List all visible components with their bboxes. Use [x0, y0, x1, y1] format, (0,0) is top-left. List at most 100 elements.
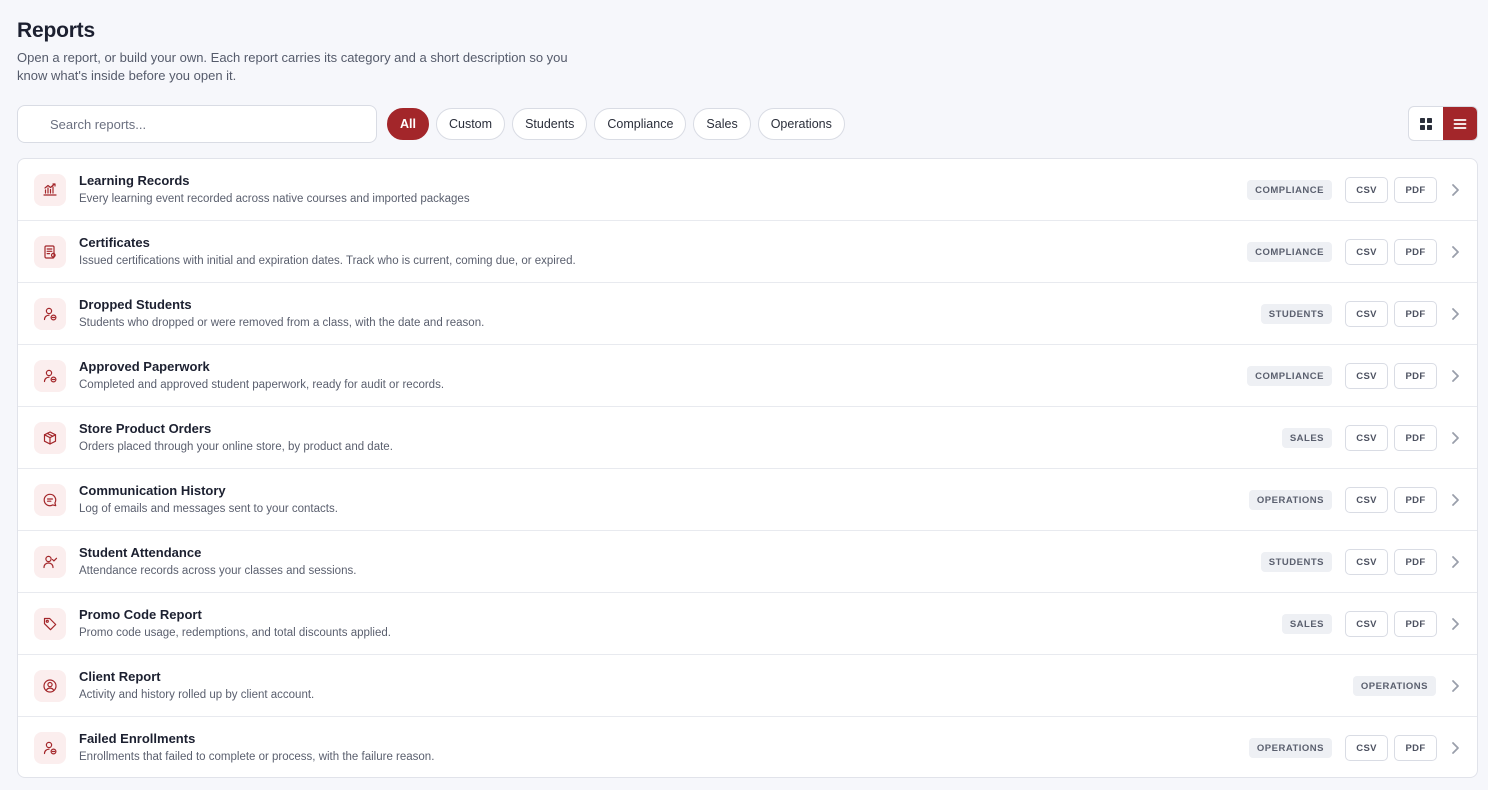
report-icon-badge	[34, 546, 66, 578]
report-title: Dropped Students	[79, 297, 192, 312]
search-input[interactable]	[50, 106, 376, 142]
report-actions: SALES CSV PDF	[1281, 425, 1461, 451]
report-actions: STUDENTS CSV PDF	[1260, 301, 1461, 327]
report-icon-badge	[34, 422, 66, 454]
chevron-right-icon[interactable]	[1449, 244, 1461, 260]
report-title: Failed Enrollments	[79, 731, 196, 746]
chevron-right-icon[interactable]	[1449, 740, 1461, 756]
report-row-communication-history[interactable]: Communication History Log of emails and m…	[18, 469, 1477, 531]
user-circle-icon	[43, 679, 57, 693]
report-icon-badge	[34, 484, 66, 516]
category-badge: SALES	[1281, 428, 1332, 448]
chevron-right-icon[interactable]	[1449, 430, 1461, 446]
grid-icon	[1420, 117, 1432, 130]
export-pdf-button[interactable]: PDF	[1394, 487, 1437, 513]
report-row-certificates[interactable]: Certificates Issued certifications with i…	[18, 221, 1477, 283]
export-pdf-button[interactable]: PDF	[1394, 239, 1437, 265]
chevron-right-icon[interactable]	[1449, 492, 1461, 508]
report-description: Students who dropped or were removed fro…	[79, 317, 485, 329]
grid-view-button[interactable]	[1409, 107, 1443, 140]
report-text: Store Product Orders Orders placed throug…	[79, 421, 393, 454]
report-actions: COMPLIANCE CSV PDF	[1247, 363, 1461, 389]
category-badge: COMPLIANCE	[1247, 242, 1332, 262]
report-title: Student Attendance	[79, 545, 202, 560]
report-description: Orders placed through your online store,…	[79, 441, 393, 453]
export-pdf-button[interactable]: PDF	[1394, 735, 1437, 761]
report-list: Learning Records Every learning event rec…	[17, 158, 1478, 778]
chevron-right-icon[interactable]	[1449, 182, 1461, 198]
report-row-promo-code-report[interactable]: Promo Code Report Promo code usage, redem…	[18, 593, 1477, 655]
page-subtitle: Open a report, or build your own. Each r…	[17, 50, 568, 83]
category-badge: OPERATIONS	[1352, 676, 1436, 696]
filter-chip-sales[interactable]: Sales	[693, 108, 751, 140]
chevron-right-icon[interactable]	[1449, 368, 1461, 384]
filter-chip-students[interactable]: Students	[512, 108, 588, 140]
toolbar: AllCustomStudentsComplianceSalesOperatio…	[17, 105, 1478, 143]
chevron-right-icon[interactable]	[1449, 554, 1461, 570]
report-row-learning-records[interactable]: Learning Records Every learning event rec…	[18, 159, 1477, 221]
category-badge: COMPLIANCE	[1247, 366, 1332, 386]
report-text: Client Report Activity and history rolled…	[79, 669, 314, 702]
category-badge: STUDENTS	[1260, 304, 1332, 324]
export-pdf-button[interactable]: PDF	[1394, 301, 1437, 327]
report-icon-badge	[34, 174, 66, 206]
export-csv-button[interactable]: CSV	[1345, 301, 1388, 327]
report-title: Store Product Orders	[79, 421, 212, 436]
report-row-client-report[interactable]: Client Report Activity and history rolled…	[18, 655, 1477, 717]
export-csv-button[interactable]: CSV	[1345, 735, 1388, 761]
export-csv-button[interactable]: CSV	[1345, 363, 1388, 389]
category-badge: OPERATIONS	[1248, 738, 1332, 758]
report-row-dropped-students[interactable]: Dropped Students Students who dropped or …	[18, 283, 1477, 345]
search-icon	[31, 118, 45, 132]
report-description: Every learning event recorded across nat…	[79, 193, 470, 205]
report-icon-badge	[34, 608, 66, 640]
chart-icon	[43, 183, 57, 196]
report-row-failed-enrollments[interactable]: Failed Enrollments Enrollments that faile…	[18, 717, 1477, 777]
export-pdf-button[interactable]: PDF	[1394, 611, 1437, 637]
report-actions: COMPLIANCE CSV PDF	[1247, 177, 1461, 203]
category-filters: All Custom Students Compliance Sales Operatio…	[387, 108, 845, 140]
report-text: Learning Records Every learning event rec…	[79, 173, 470, 206]
report-title: Certificates	[79, 235, 150, 250]
report-text: Communication History Log of emails and m…	[79, 483, 338, 516]
filter-chip-all[interactable]: All	[387, 108, 429, 140]
report-actions: OPERATIONS	[1352, 673, 1461, 699]
report-text: Promo Code Report Promo code usage, redem…	[79, 607, 391, 640]
export-pdf-button[interactable]: PDF	[1394, 549, 1437, 575]
export-csv-button[interactable]: CSV	[1345, 487, 1388, 513]
report-text: Student Attendance Attendance records acr…	[79, 545, 356, 578]
view-toggle	[1408, 106, 1478, 141]
export-csv-button[interactable]: CSV	[1345, 611, 1388, 637]
export-csv-button[interactable]: CSV	[1345, 239, 1388, 265]
chevron-right-icon[interactable]	[1449, 678, 1461, 694]
export-pdf-button[interactable]: PDF	[1394, 425, 1437, 451]
list-view-button[interactable]	[1443, 107, 1477, 140]
report-title: Approved Paperwork	[79, 359, 210, 374]
chevron-right-icon[interactable]	[1449, 306, 1461, 322]
report-title: Client Report	[79, 669, 161, 684]
report-text: Failed Enrollments Enrollments that faile…	[79, 731, 434, 764]
report-description: Completed and approved student paperwork…	[79, 379, 445, 391]
export-pdf-button[interactable]: PDF	[1394, 177, 1437, 203]
filter-chip-compliance[interactable]: Compliance	[594, 108, 687, 140]
report-icon-badge	[34, 670, 66, 702]
search-box	[17, 105, 377, 143]
user-x-icon	[43, 741, 57, 755]
export-csv-button[interactable]: CSV	[1345, 177, 1388, 203]
export-csv-button[interactable]: CSV	[1345, 549, 1388, 575]
export-csv-button[interactable]: CSV	[1345, 425, 1388, 451]
user-x-icon	[43, 307, 57, 321]
filter-chip-custom[interactable]: Custom	[435, 108, 506, 140]
report-actions: COMPLIANCE CSV PDF	[1247, 239, 1461, 265]
report-title: Communication History	[79, 483, 226, 498]
report-row-approved-paperwork[interactable]: Approved Paperwork Completed and approved…	[18, 345, 1477, 407]
report-row-store-product-orders[interactable]: Store Product Orders Orders placed throug…	[18, 407, 1477, 469]
report-row-student-attendance[interactable]: Student Attendance Attendance records acr…	[18, 531, 1477, 593]
chevron-right-icon[interactable]	[1449, 616, 1461, 632]
report-description: Issued certifications with initial and e…	[79, 255, 576, 267]
report-title: Promo Code Report	[79, 607, 202, 622]
page-title: Reports	[17, 19, 95, 42]
filter-chip-operations[interactable]: Operations	[757, 108, 845, 140]
export-pdf-button[interactable]: PDF	[1394, 363, 1437, 389]
category-badge: COMPLIANCE	[1247, 180, 1332, 200]
